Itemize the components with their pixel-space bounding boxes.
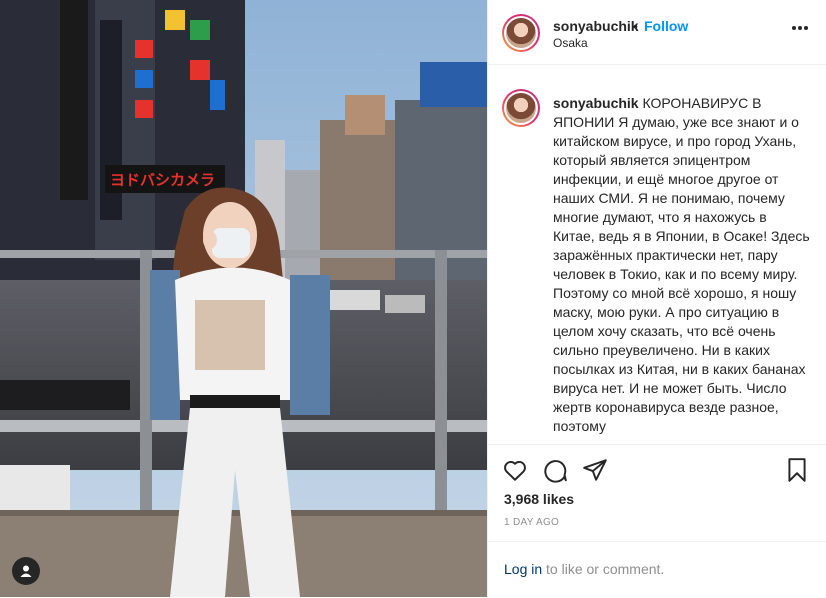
photo-illustration: ヨドバシカメラ <box>0 0 487 597</box>
instagram-post: ヨドバシカメラ sonyabuchik • Follow Osaka sonya… <box>0 0 826 597</box>
dot-icon <box>804 26 808 30</box>
login-prompt: Log in to like or comment. <box>488 541 826 598</box>
login-text: Log in to like or comment. <box>504 561 664 577</box>
caption-username[interactable]: sonyabuchik <box>553 95 639 111</box>
timestamp[interactable]: 1 DAY AGO <box>504 517 559 528</box>
user-icon <box>20 565 32 577</box>
caption-avatar[interactable] <box>502 89 540 127</box>
avatar[interactable] <box>502 14 540 52</box>
location-link[interactable]: Osaka <box>553 36 588 50</box>
more-options-button[interactable] <box>792 26 808 30</box>
action-bar <box>488 444 826 495</box>
login-link[interactable]: Log in <box>504 561 542 577</box>
likes-count[interactable]: 3,968 likes <box>504 491 574 507</box>
post-photo[interactable]: ヨドバシカメラ <box>0 0 487 597</box>
speech-bubble-icon[interactable] <box>542 457 568 483</box>
header-username[interactable]: sonyabuchik <box>553 18 639 34</box>
follow-button[interactable]: Follow <box>644 18 688 34</box>
caption-text: КОРОНАВИРУС В ЯПОНИИ Я думаю, уже все зн… <box>553 95 810 434</box>
post-panel: sonyabuchik • Follow Osaka sonyabuchik К… <box>487 0 826 597</box>
dot-icon <box>798 26 802 30</box>
login-rest: to like or comment. <box>542 561 665 577</box>
caption: sonyabuchik КОРОНАВИРУС В ЯПОНИИ Я думаю… <box>553 94 811 436</box>
comments-area[interactable]: sonyabuchik КОРОНАВИРУС В ЯПОНИИ Я думаю… <box>488 65 826 444</box>
paper-plane-icon[interactable] <box>582 457 608 483</box>
dot-icon <box>792 26 796 30</box>
post-header: sonyabuchik • Follow Osaka <box>488 0 826 65</box>
svg-text:ヨドバシカメラ: ヨドバシカメラ <box>110 171 215 189</box>
separator-dot: • <box>633 18 638 34</box>
heart-icon[interactable] <box>502 457 528 483</box>
bookmark-icon[interactable] <box>784 457 810 483</box>
tagged-users-button[interactable] <box>12 557 40 585</box>
